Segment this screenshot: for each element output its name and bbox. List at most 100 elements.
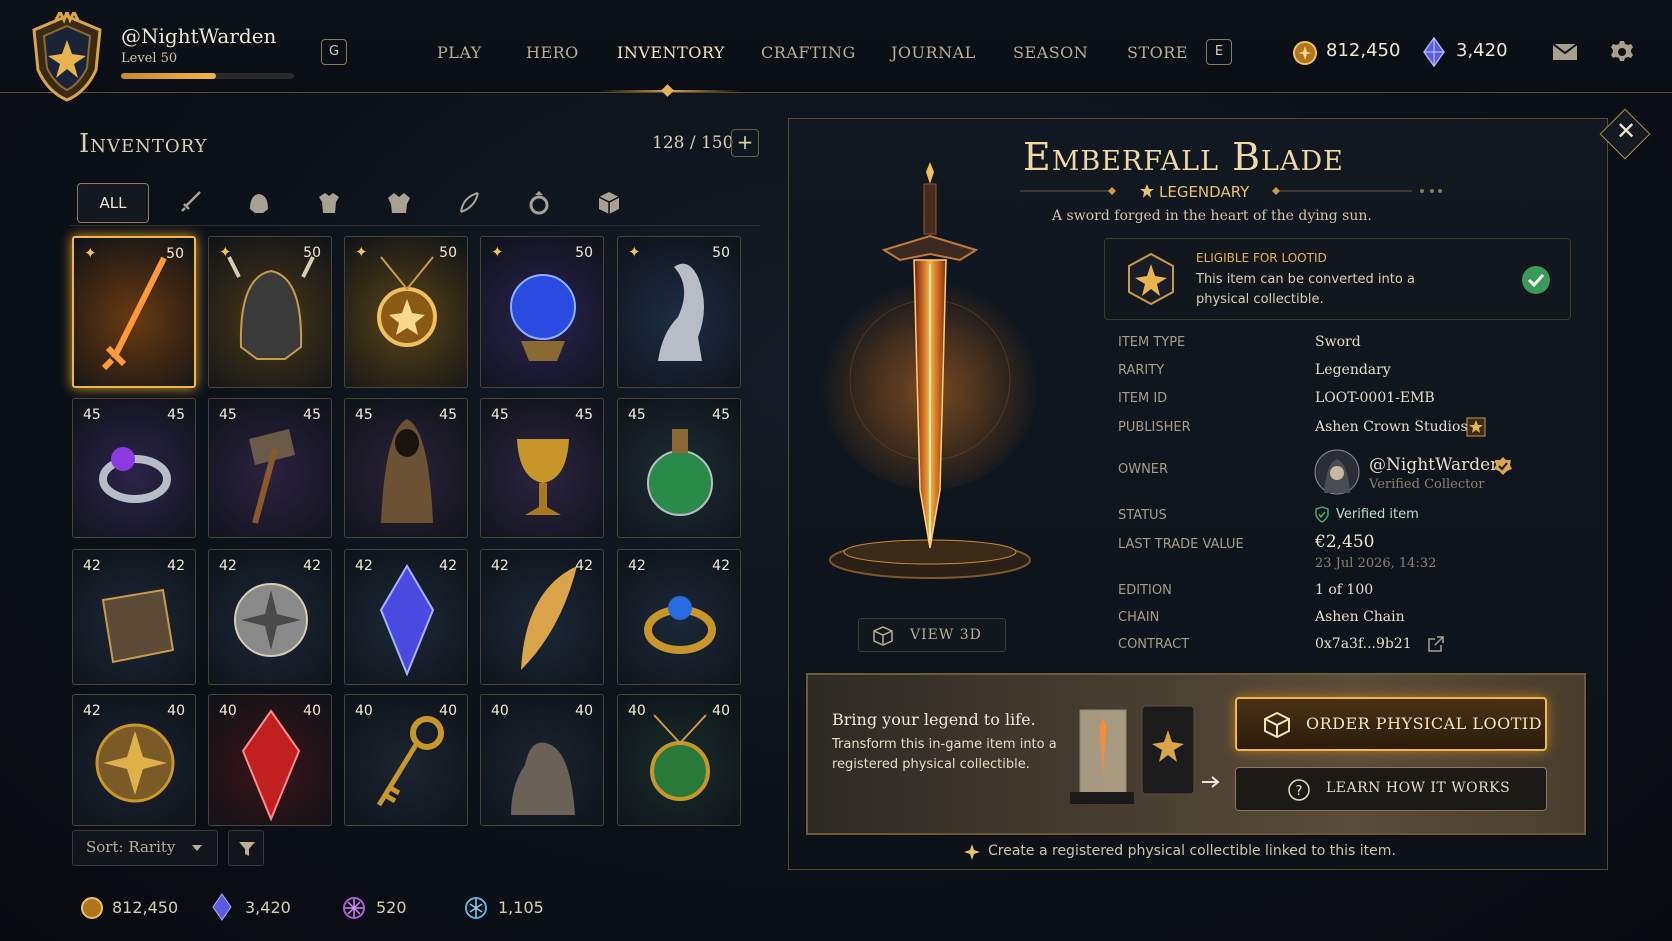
slot-item-level: 40 (712, 703, 730, 719)
inventory-slot-quill[interactable]: 42 42 (480, 549, 604, 685)
prop-key-edition: EDITION (1118, 583, 1172, 598)
prop-key-status: STATUS (1118, 508, 1167, 523)
slot-item-level: 42 (712, 558, 730, 574)
inventory-slot-dragon-figure[interactable]: 40 40 (480, 694, 604, 826)
filter-weapons-tab[interactable] (160, 183, 220, 223)
slot-item-level: 40 (439, 703, 457, 719)
rarity-star-icon (1140, 184, 1154, 198)
inventory-slot-potion[interactable]: 45 45 (617, 398, 741, 538)
nav-crafting[interactable]: CRAFTING (761, 43, 856, 62)
inventory-slot-amulet[interactable]: ✦ 50 (344, 236, 468, 388)
filter-armor-tab[interactable] (299, 183, 359, 223)
inventory-count: 128 / 150 (652, 133, 734, 153)
sparkle-icon (964, 844, 980, 860)
gear-icon[interactable] (1610, 40, 1634, 64)
verified-badge-icon (1494, 457, 1512, 475)
slot-item-level: 45 (439, 407, 457, 423)
prop-key-chain: CHAIN (1118, 610, 1160, 625)
slot-required-level: 40 (219, 703, 237, 719)
player-name[interactable]: @NightWarden (121, 24, 276, 48)
box-icon (598, 192, 620, 214)
eligible-title: ELIGIBLE FOR LOOTID (1196, 251, 1327, 265)
learn-button-label: LEARN HOW IT WORKS (1326, 780, 1511, 796)
inventory-slot-round-shield[interactable]: 42 40 (72, 694, 196, 826)
sort-label: Sort: Rarity (86, 838, 176, 856)
owner-avatar[interactable] (1314, 449, 1360, 495)
prop-value-contract[interactable]: 0x7a3f...9b21 (1315, 636, 1412, 652)
slot-required-level: 42 (83, 703, 101, 719)
inventory-slot-dragon-statue[interactable]: ✦ 50 (617, 236, 741, 388)
prop-value-publisher[interactable]: Ashen Crown Studios (1315, 419, 1468, 435)
armor-icon (319, 193, 339, 213)
filter-misc-tab[interactable] (579, 183, 639, 223)
filter-all-tab[interactable]: ALL (77, 183, 149, 223)
prop-key-contract: CONTRACT (1118, 637, 1190, 652)
inventory-slot-orb[interactable]: ✦ 50 (480, 236, 604, 388)
inventory-slot-tome[interactable]: 42 42 (72, 549, 196, 685)
slot-required-level: 42 (355, 558, 373, 574)
bottom-gold: 812,450 (112, 898, 179, 917)
svg-text:?: ? (1296, 784, 1303, 799)
legendary-star-icon: ✦ (355, 243, 368, 261)
nav-hero[interactable]: HERO (526, 43, 579, 62)
slot-item-level: 42 (575, 558, 593, 574)
chest-armor-icon (388, 193, 410, 213)
external-link-icon[interactable] (1428, 636, 1444, 652)
inventory-slot-helmet[interactable]: ✦ 50 (208, 236, 332, 388)
physical-collectible-image (1070, 705, 1195, 804)
filter-chest-tab[interactable] (369, 183, 429, 223)
nav-journal[interactable]: JOURNAL (891, 43, 976, 62)
nav-play[interactable]: PLAY (437, 43, 482, 62)
filter-button[interactable] (228, 830, 264, 866)
title-ornament-left (1020, 187, 1116, 195)
filter-accessories-tab[interactable] (509, 183, 569, 223)
mail-icon[interactable] (1552, 43, 1578, 61)
slot-item-level: 40 (303, 703, 321, 719)
prop-value-item-type: Sword (1315, 334, 1361, 350)
game-screen: @NightWarden Level 50 G PLAY HERO INVENT… (0, 0, 1672, 941)
filter-consumables-tab[interactable] (439, 183, 499, 223)
slot-required-level: 42 (219, 558, 237, 574)
keybind-e: E (1206, 39, 1232, 65)
prop-key-rarity: RARITY (1118, 363, 1165, 378)
prop-value-status: Verified item (1336, 507, 1419, 522)
slot-required-level: 45 (491, 407, 509, 423)
expand-inventory-button[interactable]: + (731, 129, 759, 157)
inventory-slot-green-amulet[interactable]: 40 40 (617, 694, 741, 826)
title-ornament-right (1272, 187, 1442, 195)
coin-icon (1293, 41, 1317, 65)
nav-store[interactable]: STORE (1127, 43, 1188, 62)
inventory-slot-key[interactable]: 40 40 (344, 694, 468, 826)
slot-item-level: 45 (167, 407, 185, 423)
close-icon[interactable]: ✕ (1614, 117, 1638, 149)
chevron-down-icon (192, 845, 202, 851)
inventory-slot-shield[interactable]: 42 42 (208, 549, 332, 685)
slot-required-level: 45 (628, 407, 646, 423)
prop-key-item-type: ITEM TYPE (1118, 335, 1186, 350)
slot-item-level: 50 (712, 245, 730, 261)
guild-crest-icon[interactable] (26, 12, 108, 104)
eligible-text: This item can be converted into a physic… (1196, 272, 1415, 307)
inventory-slot-chalice[interactable]: 45 45 (480, 398, 604, 538)
inventory-slot-cloak[interactable]: 45 45 (344, 398, 468, 538)
prop-value-edition: 1 of 100 (1315, 582, 1374, 598)
gem-icon (1423, 37, 1445, 67)
owner-name[interactable]: @NightWarden (1369, 455, 1501, 475)
slot-item-level: 50 (439, 245, 457, 261)
inventory-grid: ✦ 50 ✦ 50 ✦ 50 ✦ 50 ✦ 50 45 45 45 45 45 45 45 45 45 45 42 42 4… (72, 236, 752, 826)
inventory-slot-hammer[interactable]: 45 45 (208, 398, 332, 538)
prop-value-item-id: LOOT-0001-EMB (1315, 390, 1435, 406)
nav-season[interactable]: SEASON (1013, 43, 1088, 62)
inventory-slot-sword[interactable]: ✦ 50 (72, 236, 196, 388)
inventory-slot-crystal-red[interactable]: 40 40 (208, 694, 332, 826)
inventory-slot-ring-purple[interactable]: 45 45 (72, 398, 196, 538)
nav-inventory[interactable]: INVENTORY (617, 43, 725, 62)
filter-helmets-tab[interactable] (229, 183, 289, 223)
bottom-arcane: 520 (376, 898, 407, 917)
gem-icon (212, 893, 232, 921)
inventory-slot-ring-blue[interactable]: 42 42 (617, 549, 741, 685)
gem-amount: 3,420 (1456, 40, 1508, 61)
inventory-slot-crystal-blue[interactable]: 42 42 (344, 549, 468, 685)
sword-icon (181, 191, 201, 212)
slot-required-level: 40 (628, 703, 646, 719)
